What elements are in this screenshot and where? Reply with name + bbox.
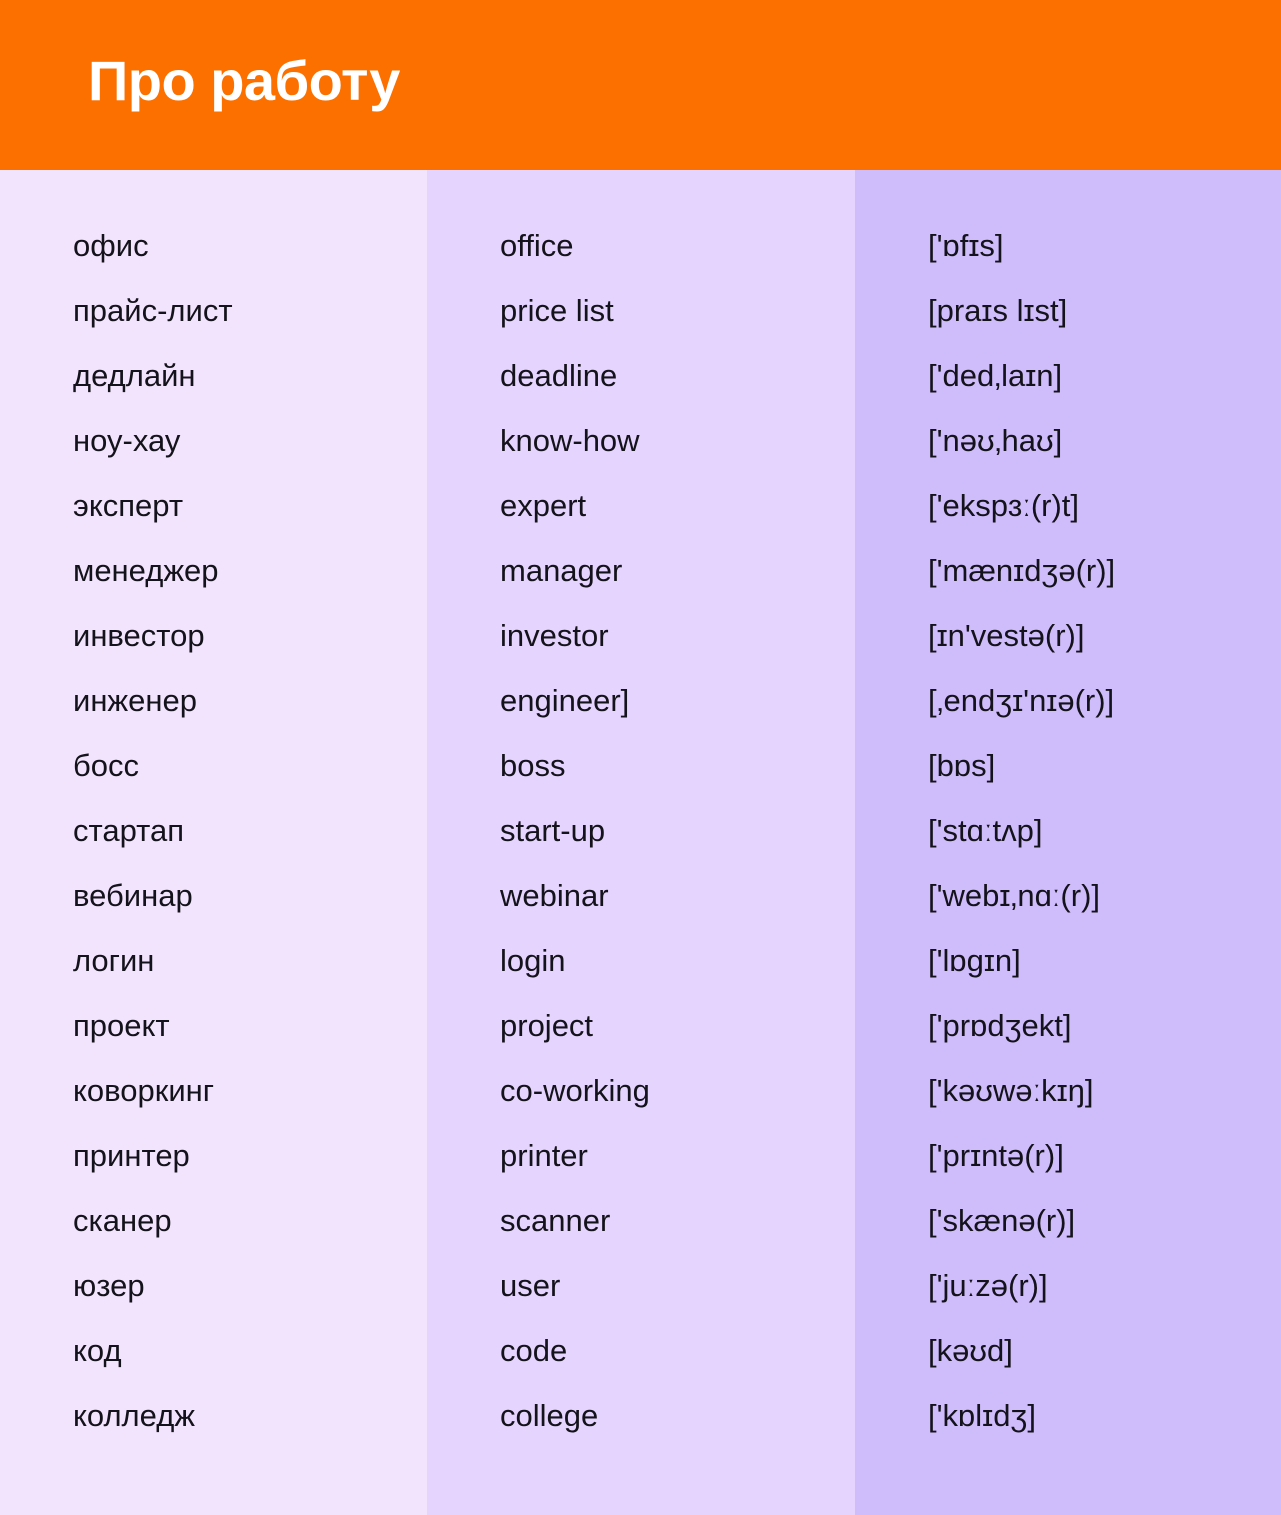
transcription-cell: ['stɑːtʌp] xyxy=(928,813,1043,848)
russian-word-cell: инженер xyxy=(73,683,198,718)
transcription-cell: ['nəʊ‚haʊ] xyxy=(928,423,1063,458)
table-row: проект project ['prɒdʒekt] xyxy=(0,993,1281,1058)
english-word-cell: boss xyxy=(500,748,566,783)
russian-word-cell: юзер xyxy=(73,1268,145,1303)
table-row: юзер user ['juːzə(r)] xyxy=(0,1253,1281,1318)
transcription-cell: ['ded‚laɪn] xyxy=(928,358,1063,393)
transcription-cell: ['kəʊwəːkɪŋ] xyxy=(928,1073,1094,1108)
transcription-cell: ['webɪ‚nɑː(r)] xyxy=(928,878,1100,913)
english-word-cell: investor xyxy=(500,618,609,653)
table-row: вебинар webinar ['webɪ‚nɑː(r)] xyxy=(0,863,1281,928)
english-word-cell: manager xyxy=(500,553,623,588)
transcription-cell: ['prɒdʒekt] xyxy=(928,1008,1072,1043)
transcription-cell: [kəʊd] xyxy=(928,1333,1013,1368)
english-word-cell: co-working xyxy=(500,1073,650,1108)
table-top-spacer xyxy=(0,170,1281,213)
table-row: прайс-лист price list [praɪs lɪst] xyxy=(0,278,1281,343)
russian-word-cell: инвестор xyxy=(73,618,205,653)
english-word-cell: deadline xyxy=(500,358,618,393)
russian-word-cell: прайс-лист xyxy=(73,293,233,328)
table-row: логин login ['lɒgɪn] xyxy=(0,928,1281,993)
transcription-cell: ['mænɪdʒə(r)] xyxy=(928,553,1116,588)
page-header: Про работу xyxy=(0,0,1281,170)
russian-word-cell: вебинар xyxy=(73,878,193,913)
transcription-cell: [bɒs] xyxy=(928,748,996,783)
table-row: код code [kəʊd] xyxy=(0,1318,1281,1383)
transcription-cell: [ɪn'vestə(r)] xyxy=(928,618,1085,653)
transcription-cell: ['juːzə(r)] xyxy=(928,1268,1048,1303)
english-word-cell: scanner xyxy=(500,1203,611,1238)
russian-word-cell: ноу-хау xyxy=(73,423,181,458)
table-row: коворкинг co-working ['kəʊwəːkɪŋ] xyxy=(0,1058,1281,1123)
russian-word-cell: офис xyxy=(73,228,149,263)
table-row: менеджер manager ['mænɪdʒə(r)] xyxy=(0,538,1281,603)
table-row: офис office ['ɒfɪs] xyxy=(0,213,1281,278)
russian-word-cell: эксперт xyxy=(73,488,184,523)
table-row: дедлайн deadline ['ded‚laɪn] xyxy=(0,343,1281,408)
table-row: босс boss [bɒs] xyxy=(0,733,1281,798)
english-word-cell: webinar xyxy=(500,878,609,913)
english-word-cell: code xyxy=(500,1333,568,1368)
english-word-cell: project xyxy=(500,1008,594,1043)
transcription-cell: [praɪs lɪst] xyxy=(928,293,1068,328)
english-word-cell: login xyxy=(500,943,566,978)
russian-word-cell: логин xyxy=(73,943,155,978)
vocabulary-table: офис office ['ɒfɪs] прайс-лист price list [pr… xyxy=(0,170,1281,1448)
table-row: инвестор investor [ɪn'vestə(r)] xyxy=(0,603,1281,668)
table-row: сканер scanner ['skænə(r)] xyxy=(0,1188,1281,1253)
russian-word-cell: коворкинг xyxy=(73,1073,215,1108)
table-row: стартап start-up ['stɑːtʌp] xyxy=(0,798,1281,863)
transcription-cell: ['ɒfɪs] xyxy=(928,228,1004,263)
transcription-cell: ['prɪntə(r)] xyxy=(928,1138,1064,1173)
transcription-cell: ['ekspɜː(r)t] xyxy=(928,488,1080,523)
russian-word-cell: сканер xyxy=(73,1203,172,1238)
table-row: ноу-хау know-how ['nəʊ‚haʊ] xyxy=(0,408,1281,473)
english-word-cell: user xyxy=(500,1268,561,1303)
transcription-cell: ['kɒlɪdʒ] xyxy=(928,1398,1036,1433)
russian-word-cell: колледж xyxy=(73,1398,196,1433)
page-title: Про работу xyxy=(88,49,400,112)
transcription-cell: [‚endʒɪ'nɪə(r)] xyxy=(928,683,1115,718)
russian-word-cell: менеджер xyxy=(73,553,219,588)
english-word-cell: price list xyxy=(500,293,614,328)
english-word-cell: expert xyxy=(500,488,587,523)
russian-word-cell: код xyxy=(73,1333,122,1368)
russian-word-cell: дедлайн xyxy=(73,358,196,393)
table-row: принтер printer ['prɪntə(r)] xyxy=(0,1123,1281,1188)
russian-word-cell: принтер xyxy=(73,1138,190,1173)
table-row: эксперт expert ['ekspɜː(r)t] xyxy=(0,473,1281,538)
english-word-cell: college xyxy=(500,1398,599,1433)
english-word-cell: printer xyxy=(500,1138,588,1173)
english-word-cell: office xyxy=(500,228,574,263)
russian-word-cell: стартап xyxy=(73,813,185,848)
table-row: колледж college ['kɒlɪdʒ] xyxy=(0,1383,1281,1448)
vocabulary-card: Про работу офис office ['ɒfɪs] прайс-лист pr… xyxy=(0,0,1281,1515)
russian-word-cell: босс xyxy=(73,748,139,783)
transcription-cell: ['lɒgɪn] xyxy=(928,943,1021,978)
transcription-cell: ['skænə(r)] xyxy=(928,1203,1076,1238)
english-word-cell: know-how xyxy=(500,423,640,458)
english-word-cell: engineer] xyxy=(500,683,630,718)
table-row: инженер engineer] [‚endʒɪ'nɪə(r)] xyxy=(0,668,1281,733)
russian-word-cell: проект xyxy=(73,1008,170,1043)
english-word-cell: start-up xyxy=(500,813,606,848)
